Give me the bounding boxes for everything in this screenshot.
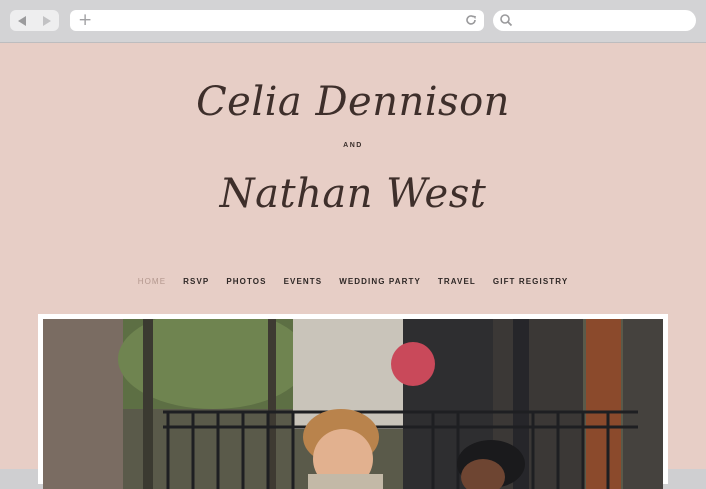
hero-photo-frame — [38, 314, 668, 489]
site-navigation: HOME RSVP PHOTOS EVENTS WEDDING PARTY TR… — [0, 277, 706, 286]
partner-two-name: Nathan West — [219, 171, 487, 217]
photo-illustration — [43, 319, 663, 489]
nav-wedding-party[interactable]: WEDDING PARTY — [339, 277, 421, 286]
search-bar[interactable] — [493, 10, 696, 31]
couple-photo — [43, 319, 663, 489]
nav-events[interactable]: EVENTS — [284, 277, 323, 286]
reload-icon[interactable] — [464, 13, 478, 27]
nav-gift-registry[interactable]: GIFT REGISTRY — [493, 277, 568, 286]
search-icon — [500, 14, 513, 27]
nav-photos[interactable]: PHOTOS — [226, 277, 266, 286]
nav-travel[interactable]: TRAVEL — [438, 277, 476, 286]
nav-home[interactable]: HOME — [138, 277, 166, 286]
browser-toolbar: + — [0, 0, 706, 43]
nav-rsvp[interactable]: RSVP — [183, 277, 209, 286]
navigation-buttons — [10, 10, 59, 31]
and-connector: AND — [343, 142, 363, 149]
wedding-site: Celia Dennison AND Nathan West HOME RSVP… — [0, 43, 706, 489]
back-arrow-icon[interactable] — [18, 15, 27, 26]
partner-one-name: Celia Dennison — [196, 79, 510, 125]
plus-icon[interactable]: + — [78, 12, 92, 29]
forward-arrow-icon[interactable] — [42, 15, 51, 26]
address-bar[interactable]: + — [70, 10, 484, 31]
